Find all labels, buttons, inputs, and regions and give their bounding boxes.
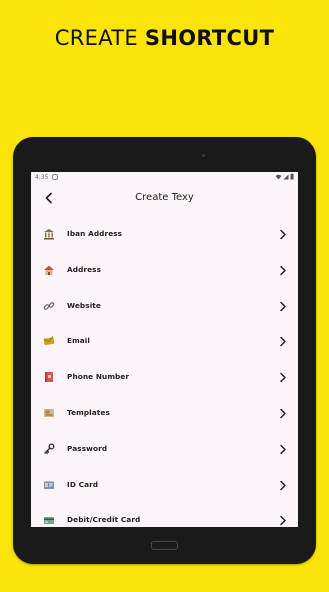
notification-icon (52, 173, 58, 180)
chevron-right-icon (280, 229, 286, 240)
shortcut-list: Iban Address Address Website Email Phone… (31, 217, 298, 527)
list-item-password[interactable]: Password (31, 432, 298, 468)
chevron-right-icon (280, 444, 286, 455)
item-label: Iban Address (67, 229, 123, 238)
link-icon (43, 301, 55, 310)
phone-book-icon (45, 372, 53, 383)
template-icon (44, 408, 54, 417)
list-item-debit-credit-card[interactable]: Debit/Credit Card (31, 503, 298, 527)
credit-card-icon (44, 517, 54, 525)
item-label: Email (67, 336, 91, 346)
envelope-icon (43, 336, 55, 346)
signal-icon (283, 174, 289, 179)
bank-icon (44, 229, 54, 240)
system-icons (275, 173, 294, 180)
key-icon (44, 443, 55, 454)
wifi-icon (275, 174, 282, 179)
chevron-right-icon (280, 480, 286, 490)
chevron-right-icon (280, 372, 286, 383)
list-item-id-card[interactable]: ID Card (31, 468, 298, 504)
status-time: 4:35 (35, 174, 49, 181)
item-label: Address (67, 264, 102, 274)
list-item-phone-number[interactable]: Phone Number (31, 360, 298, 396)
list-item-website[interactable]: Website (31, 289, 298, 325)
battery-icon (290, 173, 294, 180)
chevron-right-icon (280, 408, 286, 419)
app-screen: 4:35 Create Texy Iban Address Address We… (31, 172, 298, 527)
page-title: Create Texy (135, 192, 194, 203)
item-label: Phone Number (67, 372, 130, 382)
tablet-device: 4:35 Create Texy Iban Address Address We… (13, 137, 316, 564)
item-label: Templates (67, 407, 110, 417)
app-bar: Create Texy (31, 190, 298, 206)
home-button[interactable] (151, 541, 178, 550)
list-item-email[interactable]: Email (31, 324, 298, 360)
promo-light-text: CREATE (54, 26, 138, 50)
item-label: Password (67, 443, 108, 453)
chevron-right-icon (280, 337, 286, 347)
promo-headline: CREATE SHORTCUT (0, 26, 329, 50)
list-item-iban-address[interactable]: Iban Address (31, 217, 298, 253)
status-bar: 4:35 (31, 172, 298, 182)
item-label: Debit/Credit Card (67, 515, 141, 525)
item-label: ID Card (67, 479, 99, 489)
id-card-icon (44, 481, 54, 489)
chevron-right-icon (280, 265, 286, 276)
list-item-templates[interactable]: Templates (31, 396, 298, 432)
camera-dot (202, 154, 205, 157)
house-icon (44, 265, 54, 275)
promo-bold-text: SHORTCUT (144, 26, 275, 50)
list-item-address[interactable]: Address (31, 253, 298, 289)
item-label: Website (67, 300, 101, 310)
chevron-right-icon (280, 301, 286, 311)
chevron-right-icon (280, 516, 286, 526)
